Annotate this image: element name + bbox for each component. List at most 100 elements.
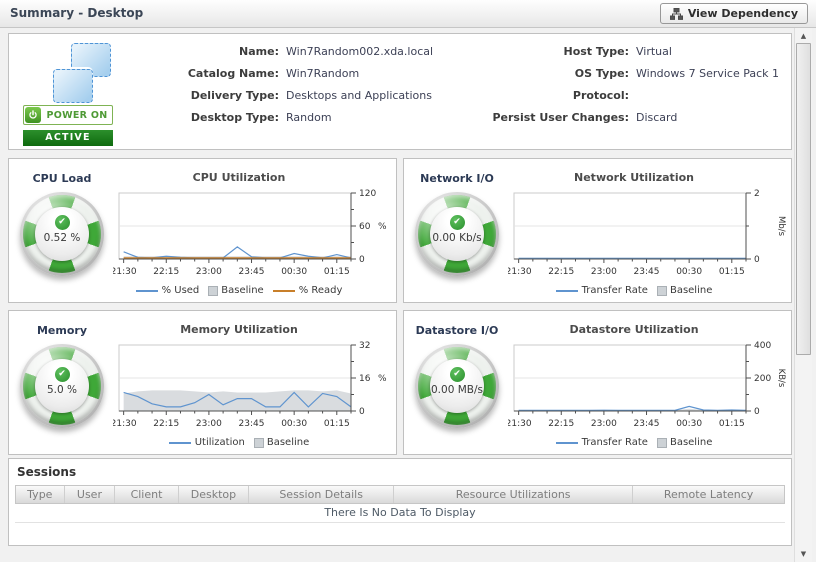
legend-baseline-swatch-icon <box>208 285 219 296</box>
info-field-label: Delivery Type: <box>190 89 279 102</box>
network-chart-title: Network Utilization <box>574 171 694 184</box>
svg-text:200: 200 <box>754 374 771 384</box>
info-fields-right: Host Type: Virtual OS Type: Windows 7 Servi… <box>449 45 779 133</box>
network-chart-legend: Transfer Rate Baseline <box>508 285 760 296</box>
legend-label: % Used <box>161 285 200 296</box>
vertical-scrollbar[interactable]: ▲ ▼ <box>794 28 812 562</box>
info-field-value: Random <box>286 111 332 124</box>
svg-text:23:00: 23:00 <box>591 419 617 429</box>
legend-item: Baseline <box>656 437 713 448</box>
svg-text:23:45: 23:45 <box>239 267 265 277</box>
page-title: Summary - Desktop <box>10 6 144 20</box>
legend-baseline-swatch-icon <box>656 285 667 296</box>
cpu-gauge-face: ✔ 0.52 % <box>35 207 89 261</box>
cpu-panel: CPU Load ✔ 0.52 % CPU Utilization 21:30 2… <box>8 158 397 303</box>
memory-chart-plot-area[interactable]: 21:30 22:15 23:00 23:45 00:30 01:15 0 16 32% <box>111 340 395 436</box>
memory-gauge-section: Memory ✔ 5.0 % <box>9 311 115 428</box>
legend-label: Baseline <box>669 437 713 448</box>
svg-text:23:45: 23:45 <box>634 267 660 277</box>
ok-status-check-icon: ✔ <box>449 215 465 230</box>
svg-text:23:00: 23:00 <box>591 267 617 277</box>
info-field-label: Protocol: <box>572 89 629 102</box>
legend-item: % Used <box>135 285 200 296</box>
sessions-column-header[interactable]: Type <box>16 486 65 503</box>
info-field-label: Persist User Changes: <box>492 111 629 124</box>
sessions-column-header[interactable]: Client <box>115 486 179 503</box>
legend-item: Baseline <box>253 437 310 448</box>
sessions-empty-message: There Is No Data To Display <box>15 504 785 523</box>
svg-text:0: 0 <box>359 255 365 265</box>
svg-text:0: 0 <box>359 407 365 417</box>
cpu-chart-title: CPU Utilization <box>192 171 286 184</box>
cpu-gauge-title: CPU Load <box>32 172 92 185</box>
sessions-column-header[interactable]: Session Details <box>249 486 395 503</box>
power-icon <box>25 107 41 123</box>
legend-line-swatch-icon <box>555 441 578 444</box>
sessions-column-header[interactable]: Desktop <box>179 486 250 503</box>
legend-line-swatch-icon <box>272 289 295 292</box>
view-dependency-label: View Dependency <box>687 7 798 20</box>
network-gauge-section: Network I/O ✔ 0.00 Kb/s <box>404 159 510 276</box>
power-state-badge: POWER ON <box>23 105 113 125</box>
sessions-column-header[interactable]: Resource Utilizations <box>394 486 634 503</box>
svg-text:21:30: 21:30 <box>113 267 137 277</box>
network-chart-section: Network Utilization 21:30 22:15 23:00 23:45… <box>506 171 790 296</box>
cpu-load-gauge[interactable]: ✔ 0.52 % <box>20 192 104 276</box>
svg-text:22:15: 22:15 <box>153 267 179 277</box>
memory-gauge[interactable]: ✔ 5.0 % <box>20 344 104 428</box>
info-field-value: Windows 7 Service Pack 1 <box>636 67 780 80</box>
legend-label: Baseline <box>266 437 310 448</box>
legend-label: Baseline <box>221 285 264 296</box>
legend-item: Baseline <box>656 285 712 296</box>
chart-svg: 21:30 22:15 23:00 23:45 00:30 01:15 0 60 120% <box>111 189 387 277</box>
svg-text:%: % <box>378 374 387 384</box>
datastore-io-gauge[interactable]: ✔ 0.00 MB/s <box>415 344 499 428</box>
desktop-icon-front-square <box>53 69 93 103</box>
network-chart-plot-area[interactable]: 21:30 22:15 23:00 23:45 00:30 01:15 0 2 Mb/s <box>506 188 790 284</box>
cpu-chart-legend: % Used Baseline % Ready <box>113 285 365 296</box>
chart-svg: 21:30 22:15 23:00 23:45 00:30 01:15 0 16 32% <box>111 341 387 429</box>
scroll-up-arrow-icon[interactable]: ▲ <box>795 28 812 44</box>
network-io-gauge[interactable]: ✔ 0.00 Kb/s <box>415 192 499 276</box>
memory-gauge-value: 5.0 % <box>46 384 77 396</box>
sessions-column-header[interactable]: Remote Latency <box>633 486 784 503</box>
svg-text:22:15: 22:15 <box>153 419 179 429</box>
svg-text:400: 400 <box>754 341 771 351</box>
datastore-gauge-ring: ✔ 0.00 MB/s <box>418 347 496 425</box>
info-field-value: Win7Random <box>286 67 360 80</box>
cpu-chart-section: CPU Utilization 21:30 22:15 23:00 23:45 00:3… <box>111 171 395 296</box>
svg-text:01:15: 01:15 <box>324 267 350 277</box>
chart-svg: 21:30 22:15 23:00 23:45 00:30 01:15 0 200 400 KB/… <box>506 341 786 429</box>
memory-gauge-title: Memory <box>36 324 88 337</box>
legend-label: Transfer Rate <box>581 437 648 448</box>
memory-chart-legend: Utilization Baseline <box>113 437 365 448</box>
info-field-label: Host Type: <box>563 45 629 58</box>
info-fields-left: Name: Win7Random002.xda.local Catalog Name… <box>159 45 433 133</box>
svg-text:0: 0 <box>754 255 760 265</box>
svg-text:%: % <box>378 222 387 232</box>
datastore-chart-plot-area[interactable]: 21:30 22:15 23:00 23:45 00:30 01:15 0 200 400 KB/… <box>506 340 790 436</box>
datastore-gauge-face: ✔ 0.00 MB/s <box>430 359 484 413</box>
svg-text:23:45: 23:45 <box>634 419 660 429</box>
view-dependency-button[interactable]: View Dependency <box>659 3 808 24</box>
cpu-gauge-value: 0.52 % <box>43 232 81 244</box>
cpu-chart-plot-area[interactable]: 21:30 22:15 23:00 23:45 00:30 01:15 0 60 120% <box>111 188 395 284</box>
cpu-gauge-ring: ✔ 0.52 % <box>23 195 101 273</box>
virtual-desktop-icon <box>53 43 111 103</box>
info-field-label: OS Type: <box>574 67 629 80</box>
svg-text:00:30: 00:30 <box>281 419 307 429</box>
svg-text:21:30: 21:30 <box>508 267 532 277</box>
page-header: Summary - Desktop View Dependency <box>0 0 816 28</box>
info-field-value: Desktops and Applications <box>286 89 432 102</box>
network-gauge-title: Network I/O <box>420 172 494 185</box>
datastore-chart-legend: Transfer Rate Baseline <box>508 437 760 448</box>
sessions-column-header[interactable]: User <box>65 486 116 503</box>
svg-text:KB/s: KB/s <box>776 369 786 388</box>
desktop-info-panel: POWER ON ACTIVE Name: Win7Random002.xda.l… <box>8 33 792 150</box>
memory-gauge-face: ✔ 5.0 % <box>35 359 89 413</box>
scroll-down-arrow-icon[interactable]: ▼ <box>795 546 812 562</box>
svg-text:Mb/s: Mb/s <box>776 216 786 237</box>
svg-text:01:15: 01:15 <box>324 419 350 429</box>
datastore-panel: Datastore I/O ✔ 0.00 MB/s Datastore Util… <box>403 310 792 455</box>
scrollbar-thumb[interactable] <box>796 43 811 355</box>
